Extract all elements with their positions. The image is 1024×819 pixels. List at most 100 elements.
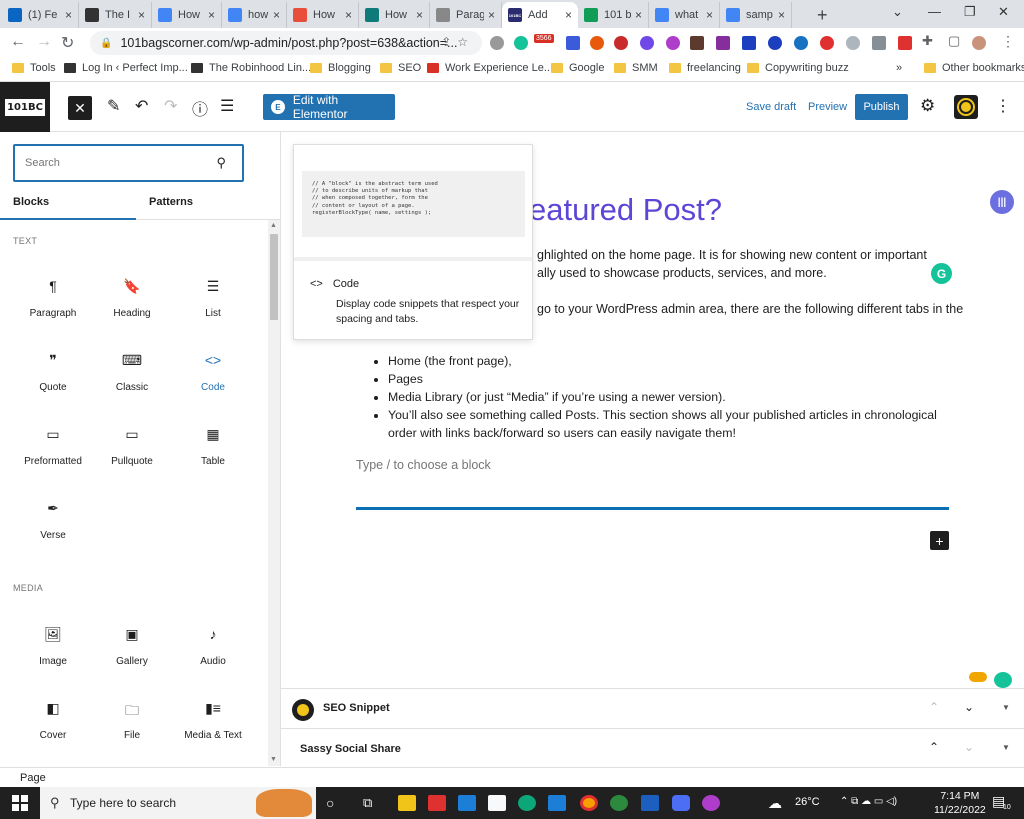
shield-icon[interactable]: [846, 36, 860, 50]
browser-tab[interactable]: what ×: [649, 2, 720, 28]
extension-icon[interactable]: [898, 36, 912, 50]
bookmark-item[interactable]: Google: [551, 62, 604, 74]
block-heading[interactable]: 🔖 Heading: [92, 278, 172, 319]
move-down-icon[interactable]: ⌄: [964, 700, 974, 714]
chrome-icon[interactable]: [580, 795, 598, 811]
close-tab-icon[interactable]: ×: [488, 8, 495, 22]
profile-avatar[interactable]: [972, 36, 986, 50]
close-tab-icon[interactable]: ×: [208, 8, 215, 22]
seo-snippet-panel[interactable]: SEO Snippet ⌃ ⌄ ▼: [281, 688, 1024, 728]
grammarly-icon[interactable]: [514, 36, 528, 50]
settings-gear-icon[interactable]: ⚙: [920, 96, 935, 116]
extension-icon[interactable]: [614, 36, 628, 50]
close-inserter-button[interactable]: ✕: [68, 96, 92, 120]
browser-tab[interactable]: 101BC Add ×: [502, 2, 578, 28]
post-title[interactable]: eatured Post?: [529, 192, 722, 228]
scroll-down-icon[interactable]: ▼: [270, 756, 277, 763]
breadcrumb[interactable]: Page: [20, 772, 46, 784]
save-draft-button[interactable]: Save draft: [746, 101, 796, 113]
add-block-button[interactable]: +: [930, 531, 949, 550]
sidebar-icon[interactable]: ▢: [948, 33, 960, 49]
toggle-panel-icon[interactable]: ▼: [1002, 743, 1010, 752]
tab-blocks[interactable]: Blocks: [13, 196, 49, 208]
sassy-social-share-panel[interactable]: Sassy Social Share ⌃ ⌄ ▼: [281, 728, 1024, 767]
seo-plugin-icon[interactable]: [954, 95, 978, 119]
taskbar-search-input[interactable]: ⚲ Type here to search: [40, 787, 316, 819]
close-tab-icon[interactable]: ×: [416, 8, 423, 22]
extension-icon[interactable]: [490, 36, 504, 50]
block-paragraph[interactable]: ¶ Paragraph: [13, 278, 93, 319]
extension-icon[interactable]: [566, 36, 580, 50]
browser-tab[interactable]: Parag ×: [430, 2, 502, 28]
bookmark-item[interactable]: Work Experience Le...: [427, 62, 553, 74]
close-window-icon[interactable]: ✕: [998, 4, 1009, 20]
close-tab-icon[interactable]: ×: [565, 8, 572, 22]
address-bar[interactable]: 🔒 101bagscorner.com/wp-admin/post.php?po…: [90, 31, 482, 55]
block-verse[interactable]: ✒ Verse: [13, 500, 93, 541]
scroll-up-icon[interactable]: ▲: [270, 222, 277, 229]
block-list[interactable]: ☰ List: [173, 278, 253, 319]
file-explorer-icon[interactable]: [398, 795, 416, 811]
back-icon[interactable]: ←: [10, 33, 26, 51]
extension-icon[interactable]: [742, 36, 756, 50]
separator-block[interactable]: [356, 507, 949, 510]
bookmark-item[interactable]: Tools: [12, 62, 56, 74]
block-search-input[interactable]: Search ⚲: [13, 144, 244, 182]
options-more-icon[interactable]: ⋮: [995, 96, 1011, 116]
close-tab-icon[interactable]: ×: [345, 8, 352, 22]
mail-badge[interactable]: 3566: [534, 34, 554, 43]
zoom-icon[interactable]: [672, 795, 690, 811]
list-view-icon[interactable]: ☰: [220, 96, 234, 116]
floating-widget-icon[interactable]: |||: [990, 190, 1014, 214]
weather-icon[interactable]: ☁: [768, 795, 782, 812]
extension-icon[interactable]: [640, 36, 654, 50]
grammarly-badge-icon[interactable]: [994, 672, 1012, 688]
publish-button[interactable]: Publish: [855, 94, 908, 120]
block-image[interactable]: 🖼 Image: [13, 626, 93, 667]
browser-tab[interactable]: How ×: [152, 2, 222, 28]
block-quote[interactable]: ❞ Quote: [13, 352, 93, 393]
block-cover[interactable]: ◧ Cover: [13, 700, 93, 741]
scrollbar-thumb[interactable]: [270, 234, 278, 320]
bookmark-item[interactable]: freelancing: [669, 62, 741, 74]
app-icon[interactable]: [702, 795, 720, 811]
paragraph-block[interactable]: go to your WordPress admin area, there a…: [537, 300, 963, 318]
extension-icon[interactable]: [690, 36, 704, 50]
browser-tab[interactable]: How ×: [287, 2, 359, 28]
clock[interactable]: 7:14 PM 11/22/2022: [934, 789, 986, 817]
info-icon[interactable]: ⓘ: [192, 96, 208, 120]
extension-icon[interactable]: [716, 36, 730, 50]
block-table[interactable]: ▦ Table: [173, 426, 253, 467]
bookmark-item[interactable]: Blogging: [310, 62, 371, 74]
list-block[interactable]: Home (the front page),PagesMedia Library…: [372, 352, 952, 442]
pencil-tools-icon[interactable]: ✎: [107, 96, 120, 116]
move-up-icon[interactable]: ⌃: [929, 740, 939, 754]
browser-tab[interactable]: samp ×: [720, 2, 792, 28]
windows-start-icon[interactable]: [12, 795, 28, 811]
temperature[interactable]: 26°C: [795, 796, 820, 808]
block-gallery[interactable]: ▣ Gallery: [92, 626, 172, 667]
block-file[interactable]: 🗀 File: [92, 700, 172, 741]
block-classic[interactable]: ⌨ Classic: [92, 352, 172, 393]
browser-tab[interactable]: how ×: [222, 2, 287, 28]
task-view-icon[interactable]: ⧉: [363, 795, 372, 811]
app-icon[interactable]: [428, 795, 446, 811]
inserter-scrollbar[interactable]: ▲ ▼: [268, 220, 280, 766]
move-up-icon[interactable]: ⌃: [929, 700, 939, 714]
bookmark-item[interactable]: Copywriting buzz: [747, 62, 849, 74]
block-media-text[interactable]: ▮≡ Media & Text: [173, 700, 253, 741]
extension-icon[interactable]: [666, 36, 680, 50]
block-placeholder[interactable]: Type / to choose a block: [356, 458, 491, 472]
mail-icon[interactable]: [548, 795, 566, 811]
edit-with-elementor-button[interactable]: E Edit with Elementor: [263, 93, 395, 121]
browser-tab[interactable]: The I ×: [79, 2, 152, 28]
close-tab-icon[interactable]: ×: [65, 8, 72, 22]
browser-tab[interactable]: How ×: [359, 2, 430, 28]
move-down-icon[interactable]: ⌄: [964, 740, 974, 754]
new-tab-button[interactable]: +: [817, 5, 828, 26]
block-code[interactable]: <> Code: [173, 352, 253, 393]
bookmark-item[interactable]: Log In ‹ Perfect Imp...: [64, 62, 188, 74]
tab-patterns[interactable]: Patterns: [149, 196, 193, 208]
slack-icon[interactable]: [610, 795, 628, 811]
close-tab-icon[interactable]: ×: [706, 8, 713, 22]
